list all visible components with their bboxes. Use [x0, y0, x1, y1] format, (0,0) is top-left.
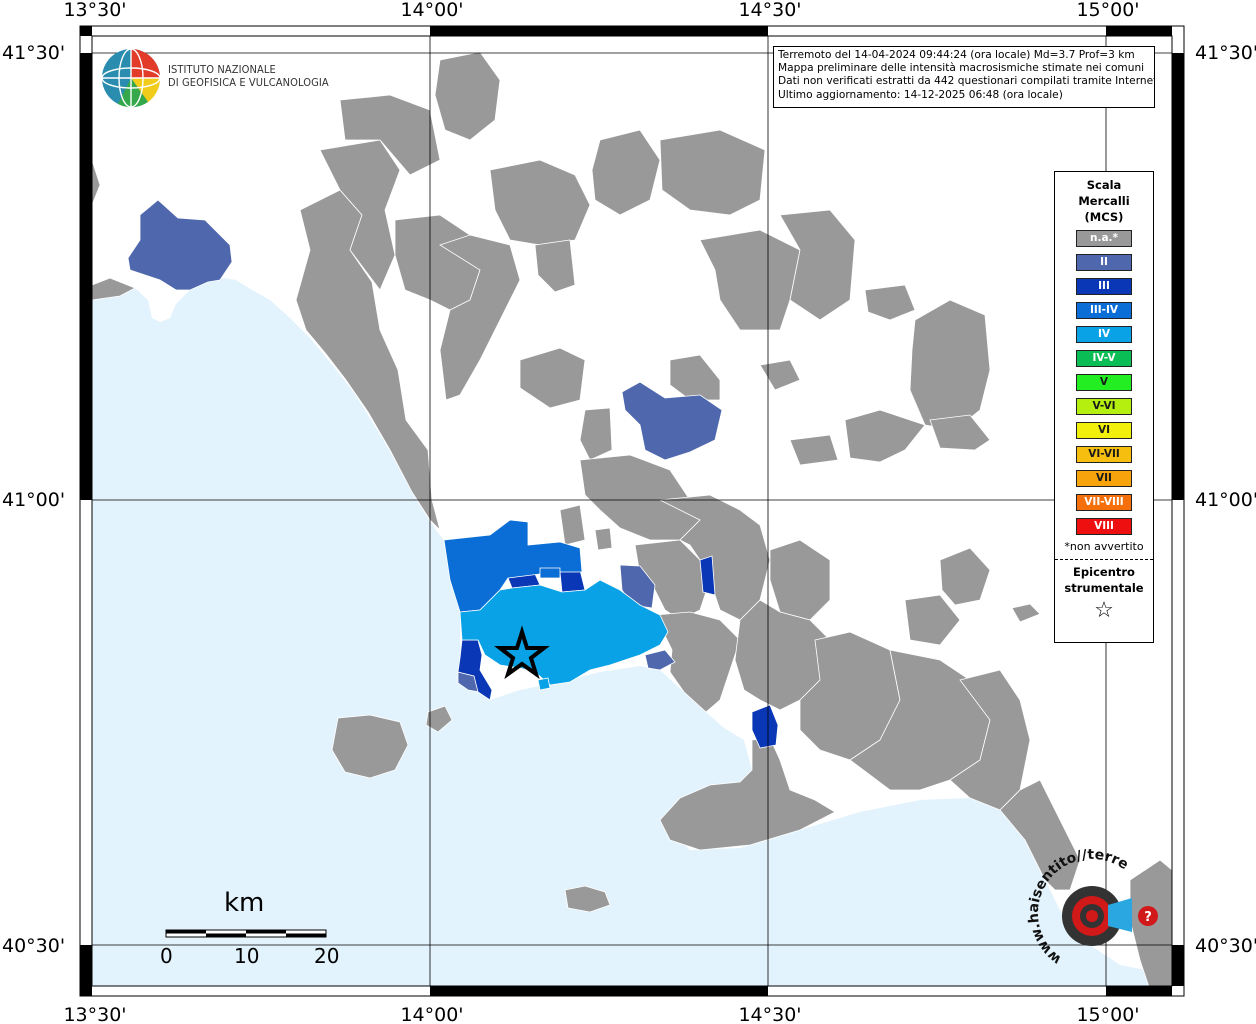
area-iv-2 — [537, 677, 551, 691]
legend-item-v-vi: V-VI — [1076, 398, 1132, 415]
legend-item-vii: VII — [1076, 470, 1132, 487]
lat-left-2: 41°00' — [2, 489, 65, 511]
legend-epi-2: strumentale — [1064, 581, 1144, 595]
legend-title-2: Mercalli — [1078, 194, 1130, 208]
legend-item-na: n.a.* — [1076, 230, 1132, 247]
info-line4: Ultimo aggiornamento: 14-12-2025 06:48 (… — [778, 88, 1063, 101]
legend-title-1: Scala — [1086, 178, 1122, 192]
info-line3: Dati non verificati estratti da 442 ques… — [778, 75, 1155, 88]
region-mid-3 — [594, 527, 613, 551]
legend-item-iii-iv: III-IV — [1076, 302, 1132, 319]
region-east-2 — [909, 299, 991, 431]
ingv-logo-icon — [101, 48, 161, 108]
legend-title: Scala Mercalli (MCS) — [1055, 177, 1153, 225]
haisentito-question: ? — [1144, 910, 1152, 925]
legend-epicentre: Epicentro strumentale — [1055, 564, 1153, 596]
legend-na-note: *non avvertito — [1064, 540, 1144, 553]
legend-epi-1: Epicentro — [1073, 565, 1135, 579]
legend-item-iv-v: IV-V — [1076, 350, 1132, 367]
ingv-line1: ISTITUTO NAZIONALE — [168, 63, 276, 76]
scale-bar — [165, 929, 327, 938]
scale-title: km — [224, 888, 265, 918]
event-info-box: Terremoto del 14-04-2024 09:44:24 (ora l… — [773, 46, 1155, 108]
lon-top-2: 14°00' — [400, 0, 463, 21]
lon-top-3: 14°30' — [738, 0, 801, 21]
intensity-legend: Scala Mercalli (MCS) n.a.* II III III-IV… — [1054, 171, 1154, 643]
scale-label-10: 10 — [234, 944, 260, 968]
legend-item-viii: VIII — [1076, 518, 1132, 535]
lon-bottom-3: 14°30' — [738, 1004, 801, 1024]
lat-right-2: 41°00' — [1195, 489, 1256, 511]
info-line1: Terremoto del 14-04-2024 09:44:24 (ora l… — [778, 49, 1135, 61]
lat-right-1: 41°30' — [1195, 42, 1256, 64]
scale-label-0: 0 — [160, 944, 173, 968]
lon-bottom-2: 14°00' — [400, 1004, 463, 1024]
legend-item-ii: II — [1076, 254, 1132, 271]
legend-item-v: V — [1076, 374, 1132, 391]
lon-top-4: 15°00' — [1076, 0, 1139, 21]
info-line2: Mappa preliminare delle intensità macros… — [778, 62, 1145, 75]
lat-left-1: 41°30' — [2, 42, 65, 64]
legend-item-vi: VI — [1076, 422, 1132, 439]
legend-item-vii-viii: VII-VIII — [1076, 494, 1132, 511]
legend-separator — [1055, 559, 1153, 560]
lon-top-1: 13°30' — [63, 0, 126, 21]
region-mid-2 — [559, 504, 586, 546]
ingv-line2: DI GEOFISICA E VULCANOLOGIA — [168, 76, 329, 89]
legend-title-3: (MCS) — [1084, 210, 1124, 224]
legend-star-icon: ☆ — [1094, 598, 1114, 623]
ingv-logo-text: ISTITUTO NAZIONALE DI GEOFISICA E VULCAN… — [168, 63, 329, 89]
area-iiiiv-2 — [539, 567, 561, 579]
legend-items: n.a.* II III III-IV IV IV-V V V-VI VI VI… — [1055, 230, 1153, 535]
legend-item-iii: III — [1076, 278, 1132, 295]
lat-right-3: 40°30' — [1195, 935, 1256, 957]
legend-item-iv: IV — [1076, 326, 1132, 343]
legend-item-vi-vii: VI-VII — [1076, 446, 1132, 463]
lon-bottom-1: 13°30' — [63, 1004, 126, 1024]
scale-label-20: 20 — [314, 944, 340, 968]
lat-left-3: 40°30' — [2, 935, 65, 957]
lon-bottom-4: 15°00' — [1076, 1004, 1139, 1024]
